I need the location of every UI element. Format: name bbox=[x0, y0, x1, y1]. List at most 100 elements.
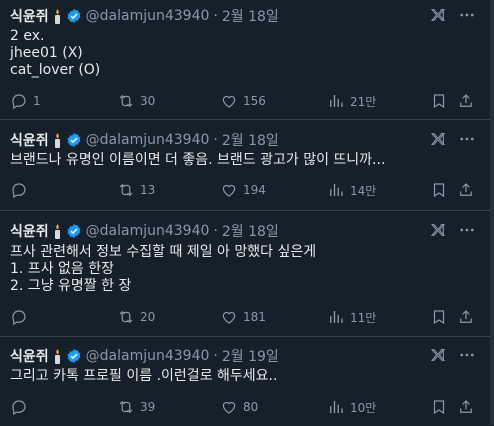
author-handle[interactable]: @dalamjun43940 bbox=[86, 132, 210, 148]
retweet-count: 30 bbox=[140, 94, 156, 108]
action-bar: 20 181 11만 bbox=[10, 308, 476, 326]
like-button[interactable]: 181 bbox=[220, 308, 266, 326]
like-count: 156 bbox=[243, 94, 266, 108]
like-icon bbox=[222, 95, 236, 108]
author-handle[interactable]: @dalamjun43940 bbox=[86, 348, 210, 364]
bookmark-button[interactable] bbox=[430, 92, 448, 110]
share-button[interactable] bbox=[457, 398, 475, 416]
reply-icon bbox=[12, 400, 26, 416]
bookmark-button[interactable] bbox=[430, 398, 448, 416]
grok-icon[interactable] bbox=[430, 347, 446, 363]
author-name[interactable]: 식윤쥐 bbox=[10, 6, 49, 26]
tweet-line: 그리고 카톡 프로필 이름 .이런걸로 해두세요.. bbox=[10, 368, 278, 384]
tweet[interactable]: 식윤쥐 @dalamjun43940 · 2월 19일 그리고 카톡 프로필 이… bbox=[0, 336, 490, 426]
views-icon bbox=[330, 95, 343, 107]
bookmark-button[interactable] bbox=[430, 308, 448, 326]
tweet[interactable]: 식윤쥐 @dalamjun43940 · 2월 18일 프사 관련해서 정보 수… bbox=[0, 210, 490, 336]
tweet-line: 2. 그냥 유명짤 한 장 bbox=[10, 278, 132, 294]
more-icon[interactable] bbox=[458, 130, 476, 148]
tweet-header: 식윤쥐 @dalamjun43940 · 2월 18일 bbox=[10, 6, 476, 26]
grok-icon[interactable] bbox=[430, 131, 446, 147]
reply-icon bbox=[12, 94, 26, 110]
reply-icon bbox=[12, 310, 26, 326]
retweet-button[interactable]: 13 bbox=[117, 181, 155, 199]
author-name[interactable]: 식윤쥐 bbox=[10, 130, 49, 150]
tweet-line: 브랜드나 유명인 이름이면 더 좋음. 브랜드 광고가 많이 뜨니까... bbox=[10, 152, 386, 168]
retweet-icon bbox=[119, 183, 133, 197]
share-button[interactable] bbox=[457, 308, 475, 326]
tweet-date[interactable]: 2월 19일 bbox=[222, 346, 279, 366]
action-bar: 39 80 10만 bbox=[10, 398, 476, 416]
reply-count: 1 bbox=[33, 94, 41, 108]
tweet-header: 식윤쥐 @dalamjun43940 · 2월 18일 bbox=[10, 221, 476, 241]
retweet-count: 13 bbox=[140, 183, 156, 197]
separator: · bbox=[213, 223, 218, 239]
verified-badge-icon bbox=[67, 349, 81, 363]
author-handle[interactable]: @dalamjun43940 bbox=[86, 223, 210, 239]
tweet-line: 프사 관련해서 정보 수집할 때 제일 아 망했다 싶은게 bbox=[10, 244, 317, 260]
retweet-icon bbox=[119, 94, 133, 108]
share-icon bbox=[460, 400, 472, 413]
scrollbar-track[interactable] bbox=[490, 0, 494, 425]
views-button[interactable]: 21만 bbox=[327, 92, 376, 110]
tweet-line: 2 ex. bbox=[10, 28, 45, 44]
reply-button[interactable]: 1 bbox=[10, 92, 41, 110]
tweet[interactable]: 식윤쥐 @dalamjun43940 · 2월 18일 브랜드나 유명인 이름이… bbox=[0, 119, 490, 211]
reply-button[interactable] bbox=[10, 398, 28, 416]
like-icon bbox=[222, 401, 236, 414]
share-icon bbox=[460, 183, 472, 196]
separator: · bbox=[213, 132, 218, 148]
tweet-line: cat_lover (O) bbox=[10, 62, 101, 78]
views-button[interactable]: 10만 bbox=[327, 398, 376, 416]
like-count: 194 bbox=[243, 183, 266, 197]
share-icon bbox=[460, 310, 472, 323]
tweet-line: jhee01 (X) bbox=[10, 45, 83, 61]
share-button[interactable] bbox=[457, 181, 475, 199]
views-icon bbox=[330, 311, 343, 323]
tweet-header: 식윤쥐 @dalamjun43940 · 2월 18일 bbox=[10, 130, 476, 150]
tweet-text: 2 ex. jhee01 (X) cat_lover (O) bbox=[10, 28, 476, 79]
tweet-text: 프사 관련해서 정보 수집할 때 제일 아 망했다 싶은게 1. 프사 없음 한… bbox=[10, 244, 476, 295]
reply-button[interactable] bbox=[10, 181, 28, 199]
views-count: 11만 bbox=[350, 310, 377, 325]
retweet-button[interactable]: 20 bbox=[117, 308, 155, 326]
tweet-date[interactable]: 2월 18일 bbox=[222, 221, 279, 241]
like-icon bbox=[222, 184, 236, 197]
reply-button[interactable] bbox=[10, 308, 28, 326]
views-count: 21만 bbox=[350, 94, 377, 109]
more-icon[interactable] bbox=[458, 346, 476, 364]
bookmark-icon bbox=[433, 94, 445, 109]
action-bar: 1 30 156 21만 bbox=[10, 92, 476, 110]
like-button[interactable]: 194 bbox=[220, 181, 266, 199]
share-button[interactable] bbox=[457, 92, 475, 110]
like-button[interactable]: 156 bbox=[220, 92, 266, 110]
tweet-date[interactable]: 2월 18일 bbox=[222, 6, 279, 26]
retweet-button[interactable]: 30 bbox=[117, 92, 155, 110]
like-button[interactable]: 80 bbox=[220, 398, 258, 416]
views-icon bbox=[330, 184, 343, 196]
like-count: 181 bbox=[243, 310, 266, 324]
bookmark-icon bbox=[433, 400, 445, 415]
grok-icon[interactable] bbox=[430, 222, 446, 238]
author-handle[interactable]: @dalamjun43940 bbox=[86, 8, 210, 24]
candle-icon bbox=[54, 9, 60, 24]
more-icon[interactable] bbox=[458, 221, 476, 239]
grok-icon[interactable] bbox=[430, 7, 446, 23]
bookmark-button[interactable] bbox=[430, 181, 448, 199]
like-count: 80 bbox=[243, 400, 259, 414]
views-count: 14만 bbox=[350, 183, 377, 198]
tweet-date[interactable]: 2월 18일 bbox=[222, 130, 279, 150]
views-button[interactable]: 11만 bbox=[327, 308, 376, 326]
verified-badge-icon bbox=[67, 224, 81, 238]
tweet[interactable]: 식윤쥐 @dalamjun43940 · 2월 18일 2 ex. jhee01… bbox=[0, 0, 490, 119]
tweet-line: 1. 프사 없음 한장 bbox=[10, 261, 114, 277]
retweet-count: 39 bbox=[140, 400, 156, 414]
author-name[interactable]: 식윤쥐 bbox=[10, 221, 49, 241]
more-icon[interactable] bbox=[458, 6, 476, 24]
retweet-button[interactable]: 39 bbox=[117, 398, 155, 416]
separator: · bbox=[213, 348, 218, 364]
reply-icon bbox=[12, 183, 26, 199]
views-button[interactable]: 14만 bbox=[327, 181, 376, 199]
views-count: 10만 bbox=[350, 400, 377, 415]
author-name[interactable]: 식윤쥐 bbox=[10, 346, 49, 366]
